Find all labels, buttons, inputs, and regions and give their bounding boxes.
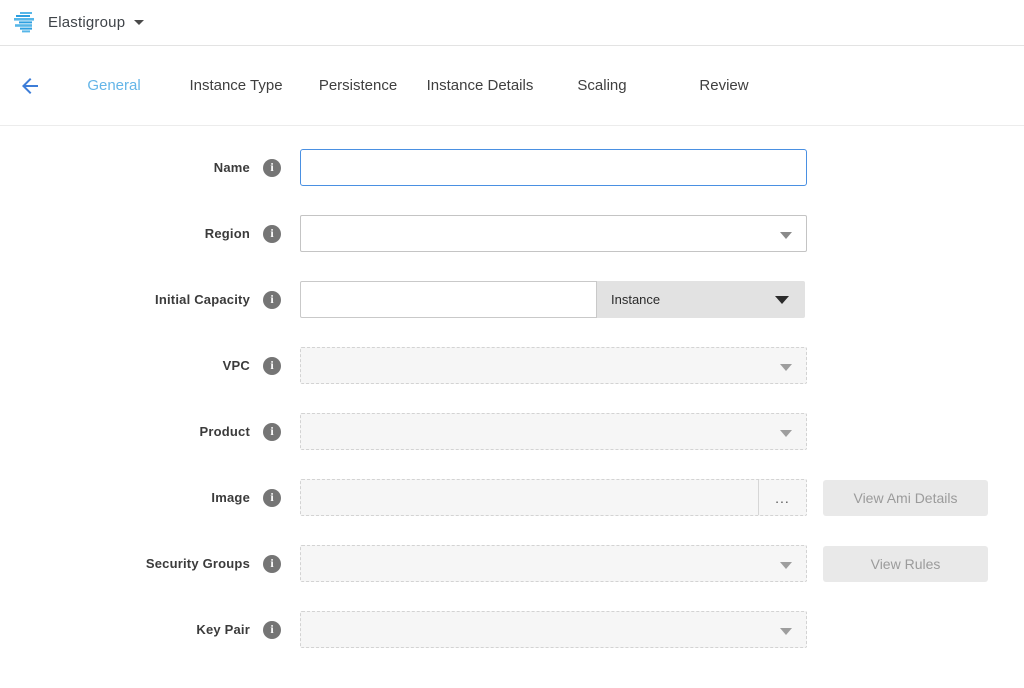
vpc-select xyxy=(300,347,807,384)
tab-instance-details[interactable]: Instance Details xyxy=(419,77,541,94)
arrow-left-icon xyxy=(22,78,38,94)
caret-down-icon xyxy=(780,232,792,239)
key-pair-select xyxy=(300,611,807,648)
caret-down-icon xyxy=(775,296,789,304)
elastigroup-logo-icon xyxy=(14,12,38,33)
region-label: Region xyxy=(205,226,250,241)
name-label: Name xyxy=(214,160,250,175)
initial-capacity-label: Initial Capacity xyxy=(155,292,250,307)
info-icon[interactable]: i xyxy=(263,291,281,309)
caret-down-icon xyxy=(780,364,792,371)
security-groups-label: Security Groups xyxy=(146,556,250,571)
tab-review[interactable]: Review xyxy=(663,77,785,94)
region-row: Region i xyxy=(0,215,1024,252)
tab-general[interactable]: General xyxy=(53,77,175,94)
top-bar: Elastigroup xyxy=(0,0,1024,46)
initial-capacity-input[interactable] xyxy=(300,281,597,318)
info-icon[interactable]: i xyxy=(263,159,281,177)
app-name: Elastigroup xyxy=(48,14,125,31)
info-icon[interactable]: i xyxy=(263,555,281,573)
tab-scaling[interactable]: Scaling xyxy=(541,77,663,94)
app-switcher-menu[interactable]: Elastigroup xyxy=(48,14,144,31)
image-label: Image xyxy=(211,490,250,505)
info-icon[interactable]: i xyxy=(263,621,281,639)
back-button[interactable] xyxy=(18,74,42,98)
image-row: Image i ... View Ami Details xyxy=(0,479,1024,516)
caret-down-icon xyxy=(780,430,792,437)
info-icon[interactable]: i xyxy=(263,225,281,243)
browse-image-button: ... xyxy=(758,480,806,515)
key-pair-label: Key Pair xyxy=(196,622,250,637)
product-select xyxy=(300,413,807,450)
name-input[interactable] xyxy=(300,149,807,186)
view-rules-button: View Rules xyxy=(823,546,988,582)
image-input-value xyxy=(301,480,758,515)
image-input: ... xyxy=(300,479,807,516)
initial-capacity-row: Initial Capacity i Instance xyxy=(0,281,1024,318)
info-icon[interactable]: i xyxy=(263,423,281,441)
name-row: Name i xyxy=(0,149,1024,186)
info-icon[interactable]: i xyxy=(263,357,281,375)
security-groups-select xyxy=(300,545,807,582)
vpc-row: VPC i xyxy=(0,347,1024,384)
capacity-unit-select[interactable]: Instance xyxy=(597,281,805,318)
key-pair-row: Key Pair i xyxy=(0,611,1024,648)
tab-persistence[interactable]: Persistence xyxy=(297,77,419,94)
caret-down-icon xyxy=(780,562,792,569)
product-label: Product xyxy=(199,424,250,439)
general-settings-form: Name i Region i Initial Capacity i Inst xyxy=(0,126,1024,648)
caret-down-icon xyxy=(134,20,144,25)
region-select[interactable] xyxy=(300,215,807,252)
capacity-unit-value: Instance xyxy=(611,292,660,307)
tab-instance-type[interactable]: Instance Type xyxy=(175,77,297,94)
wizard-tabs: General Instance Type Persistence Instan… xyxy=(53,77,785,94)
view-ami-details-button: View Ami Details xyxy=(823,480,988,516)
caret-down-icon xyxy=(780,628,792,635)
security-groups-row: Security Groups i View Rules xyxy=(0,545,1024,582)
wizard-tab-bar: General Instance Type Persistence Instan… xyxy=(0,46,1024,126)
product-row: Product i xyxy=(0,413,1024,450)
info-icon[interactable]: i xyxy=(263,489,281,507)
vpc-label: VPC xyxy=(223,358,250,373)
